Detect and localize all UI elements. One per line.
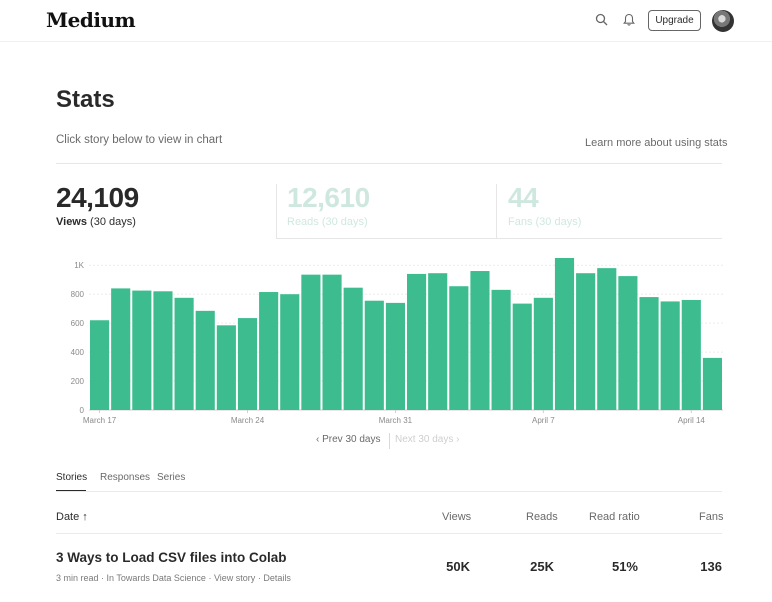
x-tick-label: April 7	[532, 416, 555, 425]
story-title[interactable]: 3 Ways to Load CSV files into Colab	[56, 550, 287, 565]
x-tick-label: March 24	[231, 416, 265, 425]
y-tick-label: 600	[71, 319, 85, 328]
view-story-link[interactable]: View story	[214, 573, 255, 583]
search-icon[interactable]	[594, 12, 610, 28]
chevron-right-icon: ›	[453, 434, 460, 445]
column-header-views[interactable]: Views	[442, 511, 471, 523]
chart-bar	[301, 274, 321, 410]
y-tick-label: 400	[71, 348, 85, 357]
arrow-up-icon: ↑	[79, 511, 88, 523]
stat-reads-value: 12,610	[287, 182, 370, 213]
medium-logo[interactable]: Medium	[46, 8, 136, 32]
avatar[interactable]	[712, 10, 734, 32]
chart-bar	[618, 276, 638, 410]
chart-bar	[216, 325, 236, 410]
chart-bar	[280, 294, 300, 410]
chart-bar	[111, 288, 131, 410]
story-views: 50K	[446, 559, 470, 574]
table-header-divider	[56, 533, 722, 534]
divider	[56, 163, 722, 164]
tab-series[interactable]: Series	[157, 472, 185, 483]
y-tick-label: 800	[71, 290, 85, 299]
x-tick-label: March 31	[379, 416, 413, 425]
chart-bar	[322, 274, 342, 410]
chart-bar	[174, 297, 194, 410]
chart-bar	[343, 287, 363, 410]
stat-views-label: Views (30 days)	[56, 216, 139, 228]
chart-bar	[259, 292, 279, 410]
chart-bar	[449, 286, 469, 410]
chart-bar	[660, 301, 680, 410]
prev-30-days-label: Prev 30 days	[322, 434, 381, 445]
stat-views-label-bold: Views	[56, 216, 87, 228]
learn-more-link[interactable]: Learn more about using stats	[585, 137, 727, 149]
stat-reads-label: Reads (30 days)	[287, 216, 368, 228]
column-header-reads[interactable]: Reads	[526, 511, 558, 523]
y-tick-label: 1K	[74, 261, 84, 270]
chart-bar	[533, 297, 553, 410]
chart-bar	[491, 289, 511, 410]
top-bar: Medium Upgrade	[0, 0, 772, 42]
pager-divider	[389, 433, 390, 449]
bell-icon[interactable]	[621, 12, 637, 28]
chart-bar	[132, 290, 152, 410]
stat-fans-label: Fans (30 days)	[508, 216, 582, 228]
page-title: Stats	[56, 86, 115, 113]
y-tick-label: 200	[71, 377, 85, 386]
chart-bar	[153, 291, 173, 410]
tab-responses[interactable]: Responses	[100, 472, 150, 483]
column-header-date-label: Date	[56, 511, 80, 523]
chart-bar	[554, 258, 575, 410]
x-tick-label: March 17	[83, 416, 117, 425]
chart-bar	[470, 271, 490, 410]
stat-reads[interactable]: 12,610 Reads (30 days)	[287, 182, 370, 228]
chart-bar	[90, 320, 110, 410]
stats-divider	[276, 238, 722, 239]
chart-bar	[639, 297, 659, 410]
story-read-time: 3 min read	[56, 573, 99, 583]
chart-bar	[702, 357, 722, 410]
views-bar-chart: 0 200 400 600 800 1K March 17 March 24 March 31 A…	[71, 258, 723, 425]
chart-bar	[385, 302, 405, 410]
prev-30-days-button[interactable]: ‹ Prev 30 days	[316, 434, 380, 445]
chart-bar	[364, 300, 384, 410]
stat-fans-value: 44	[508, 182, 539, 213]
chart-bar	[597, 268, 617, 410]
stat-views-label-rest: (30 days)	[87, 216, 136, 228]
tabs-divider	[56, 491, 722, 492]
next-30-days-label: Next 30 days	[395, 434, 454, 445]
column-header-fans[interactable]: Fans	[699, 511, 723, 523]
next-30-days-button[interactable]: Next 30 days ›	[395, 434, 459, 445]
chart-bar	[428, 273, 448, 410]
chart-bar	[237, 318, 258, 410]
story-read-ratio: 51%	[611, 559, 638, 574]
page-subtitle: Click story below to view in chart	[56, 134, 223, 146]
chart-bar	[681, 299, 701, 410]
column-header-read-ratio[interactable]: Read ratio	[589, 511, 640, 523]
x-tick-label: April 14	[678, 416, 706, 425]
stat-divider	[276, 184, 277, 238]
chart-bar	[576, 273, 596, 410]
details-link[interactable]: Details	[263, 573, 291, 583]
stat-views[interactable]: 24,109 Views (30 days)	[56, 182, 139, 228]
y-tick-label: 0	[80, 406, 85, 415]
story-fans: 136	[700, 559, 722, 574]
stat-views-value: 24,109	[56, 182, 139, 213]
chart-bar	[195, 310, 215, 410]
story-meta: 3 min read · In Towards Data Science · V…	[56, 573, 291, 583]
column-header-date[interactable]: Date ↑	[56, 511, 88, 523]
story-publication-link[interactable]: In Towards Data Science	[107, 573, 206, 583]
stat-fans[interactable]: 44 Fans (30 days)	[508, 182, 581, 228]
tab-stories[interactable]: Stories	[56, 472, 87, 483]
chart-bar	[512, 303, 532, 410]
upgrade-button[interactable]: Upgrade	[648, 10, 701, 31]
story-reads: 25K	[530, 559, 554, 574]
chart-bar	[407, 273, 427, 410]
stat-divider	[496, 184, 497, 238]
